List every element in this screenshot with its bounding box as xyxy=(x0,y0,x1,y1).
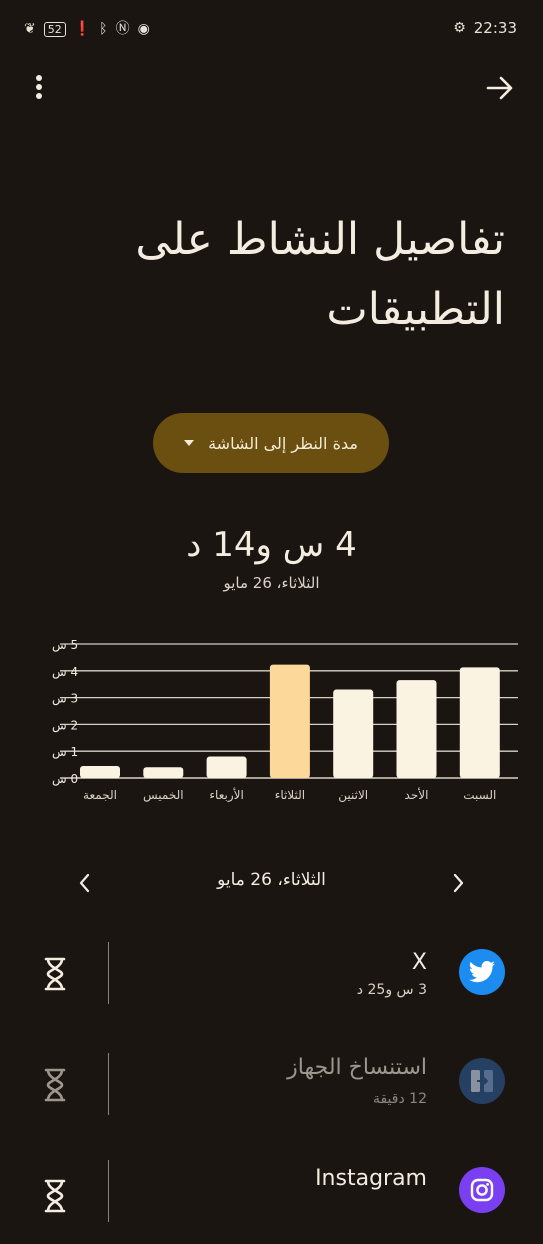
row-divider xyxy=(108,942,109,1004)
page-title: تفاصيل النشاط على التطبيقات xyxy=(135,214,505,335)
eye-icon: ◉ xyxy=(137,21,150,37)
more-options-button[interactable] xyxy=(26,72,52,104)
x-tick-label: الاثنين xyxy=(338,788,368,803)
menu-dot xyxy=(36,93,42,99)
bar xyxy=(459,667,500,778)
app-usage-time: 3 س و25 د xyxy=(356,982,427,998)
caret-down-icon xyxy=(184,440,195,446)
status-time: 22:33 xyxy=(473,19,517,37)
app-timer-button[interactable] xyxy=(40,1065,70,1105)
total-screen-time: 4 س و14 د xyxy=(186,525,357,565)
twitter-bird-icon xyxy=(459,949,505,995)
app-row-instagram[interactable]: Instagram xyxy=(0,1144,543,1244)
battery-icon: 52 xyxy=(43,21,66,37)
bird-glyph xyxy=(469,961,495,983)
back-button[interactable] xyxy=(485,72,515,104)
y-tick-label: 5 س xyxy=(52,638,78,653)
app-row-device-clone[interactable]: استنساخ الجهاز 12 دقيقة xyxy=(0,1033,543,1133)
y-tick-label: 4 س xyxy=(52,665,78,680)
gear-icon: ⚙ xyxy=(453,20,466,36)
bar xyxy=(206,756,247,778)
app-name: X xyxy=(411,950,427,975)
row-divider xyxy=(108,1160,109,1222)
x-tick-label: الأحد xyxy=(405,787,429,802)
menu-dot xyxy=(36,75,42,81)
bar xyxy=(333,689,374,778)
chevron-right-icon xyxy=(453,873,464,893)
next-day-button[interactable] xyxy=(445,868,471,898)
y-tick-label: 0 س xyxy=(52,772,78,787)
x-tick-label: الثلاثاء xyxy=(275,788,305,802)
leaf-icon: ❦ xyxy=(24,21,36,37)
y-tick-label: 2 س xyxy=(52,718,78,733)
bar xyxy=(396,680,437,778)
bar xyxy=(80,765,120,778)
hourglass-icon xyxy=(44,957,66,991)
camera-glyph xyxy=(470,1178,494,1202)
hourglass-icon xyxy=(44,1068,66,1102)
summary-date: الثلاثاء، 26 مايو xyxy=(223,574,320,592)
app-name: استنساخ الجهاز xyxy=(287,1055,427,1080)
app-name: Instagram xyxy=(315,1166,427,1191)
row-divider xyxy=(108,1053,109,1115)
x-tick-label: السبت xyxy=(463,788,496,802)
usage-bar-chart: 0 س 1 س 2 س 3 س 4 س 5 س الجمعة الخميس الأربعاء ال… xyxy=(52,638,518,803)
bar xyxy=(143,767,184,778)
app-timer-button[interactable] xyxy=(40,954,70,994)
status-icons-right: ⚙ 22:33 xyxy=(453,19,517,37)
nfc-icon: Ⓝ xyxy=(115,21,130,37)
status-bar: ❦ 52 ❗ ᛒ Ⓝ ◉ ⚙ 22:33 xyxy=(0,0,543,60)
x-tick-label: الجمعة xyxy=(83,788,117,802)
bluetooth-icon: ᛒ xyxy=(99,21,108,37)
x-tick-label: الأربعاء xyxy=(209,787,243,803)
y-tick-label: 3 س xyxy=(52,692,78,707)
dropdown-label: مدة النظر إلى الشاشة xyxy=(208,433,358,453)
app-timer-button[interactable] xyxy=(40,1176,70,1216)
arrow-right-icon xyxy=(486,76,513,100)
instagram-icon xyxy=(459,1167,505,1213)
bar xyxy=(269,664,310,778)
status-icons-left: ❦ 52 ❗ ᛒ Ⓝ ◉ xyxy=(24,21,150,37)
app-row-x[interactable]: X 3 س و25 د xyxy=(0,922,543,1022)
x-tick-label: الخميس xyxy=(143,788,184,803)
metric-dropdown[interactable]: مدة النظر إلى الشاشة xyxy=(153,413,389,473)
y-tick-label: 1 س xyxy=(52,745,78,760)
clone-glyph xyxy=(471,1070,493,1092)
alert-icon: ❗ xyxy=(73,21,92,37)
app-usage-time: 12 دقيقة xyxy=(372,1091,427,1107)
hourglass-icon xyxy=(44,1179,66,1213)
menu-dot xyxy=(36,84,42,90)
date-navigation: الثلاثاء، 26 مايو xyxy=(0,862,543,902)
device-clone-icon xyxy=(459,1058,505,1104)
